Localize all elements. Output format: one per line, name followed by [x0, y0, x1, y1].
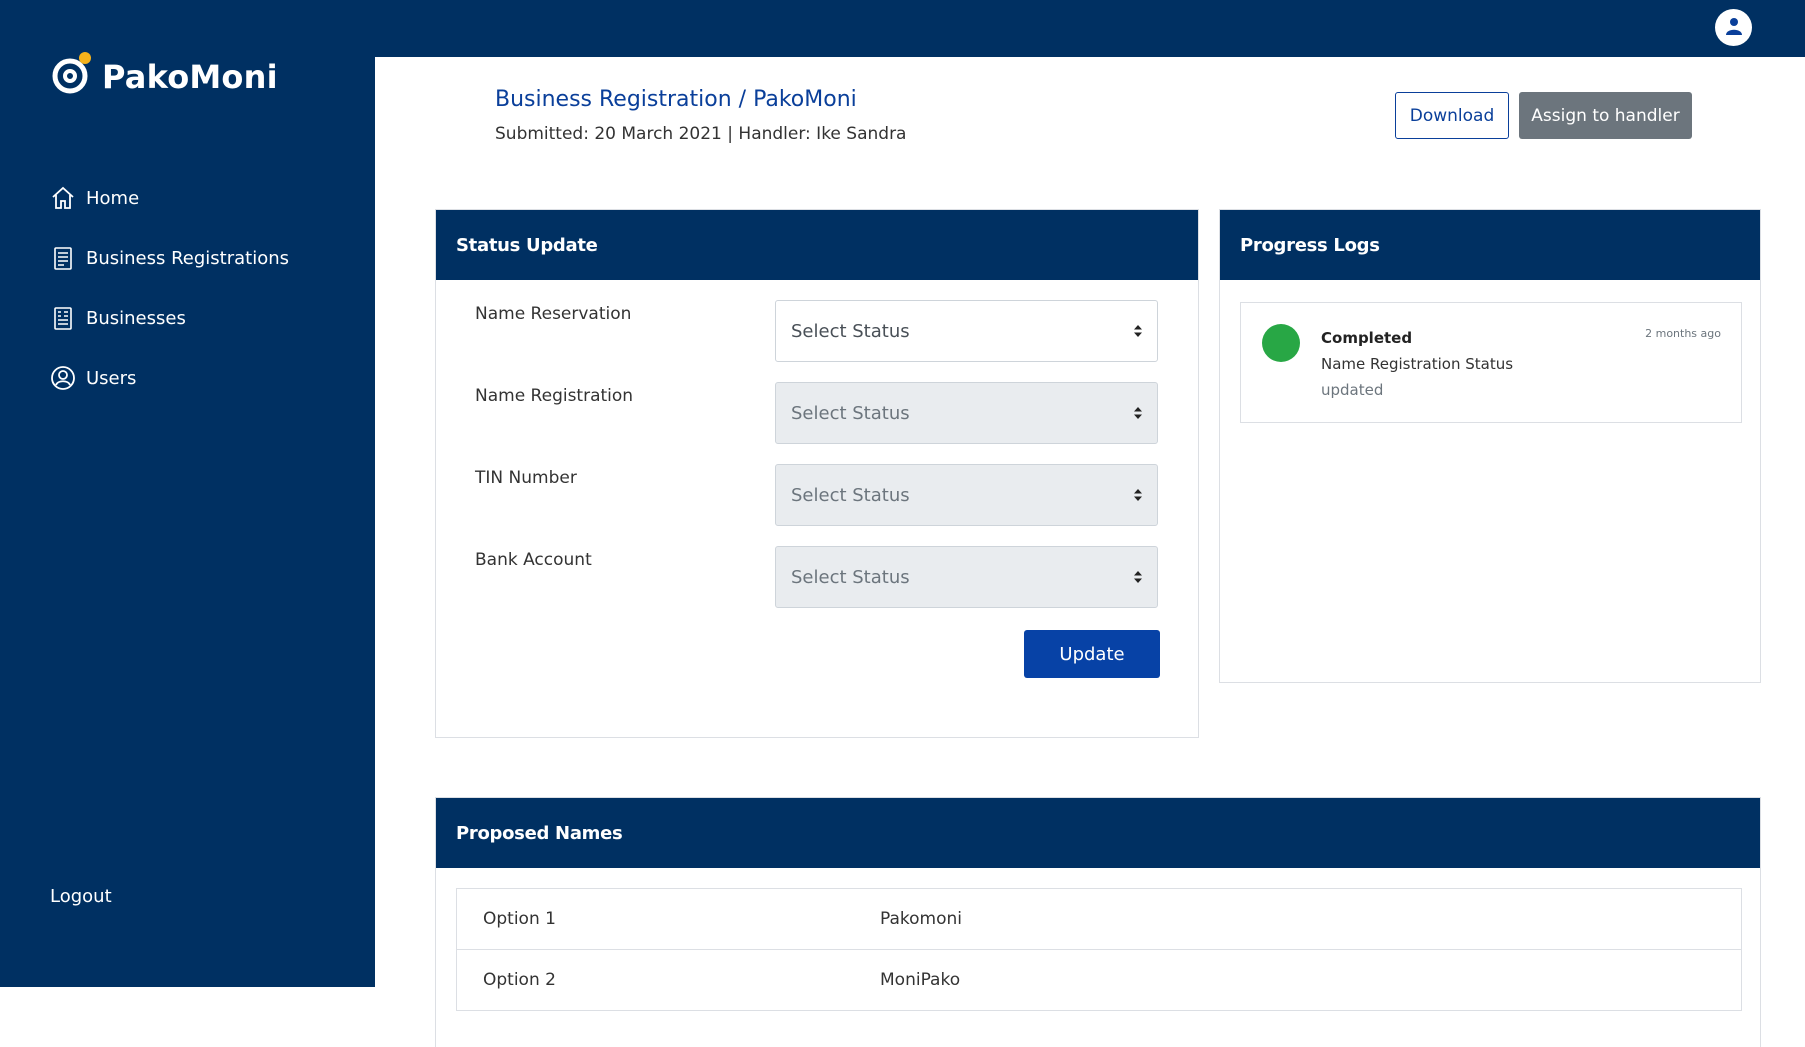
select-value: Select Status [791, 320, 910, 342]
field-label: Bank Account [475, 550, 592, 570]
download-button[interactable]: Download [1395, 92, 1509, 139]
sidebar-item-label: Businesses [86, 307, 186, 329]
brand-name: PakoMoni [102, 58, 278, 96]
table-row: Option 2 MoniPako [457, 950, 1741, 1011]
logo-icon [50, 50, 102, 104]
status-update-card: Status Update Name Reservation Select St… [435, 209, 1199, 738]
select-value: Select Status [791, 484, 910, 506]
user-icon [1724, 16, 1744, 40]
sidebar-item-business-registrations[interactable]: Business Registrations [50, 228, 289, 288]
field-label: Name Registration [475, 386, 634, 406]
sort-arrows-icon [1133, 488, 1143, 502]
sort-arrows-icon [1133, 324, 1143, 338]
name-registration-select[interactable]: Select Status [775, 382, 1158, 444]
log-entry: Completed Name Registration Status updat… [1240, 302, 1742, 423]
proposed-name: MoniPako [880, 970, 961, 990]
proposed-names-table: Option 1 Pakomoni Option 2 MoniPako [456, 888, 1742, 1011]
field-label: TIN Number [475, 468, 577, 488]
proposed-names-title: Proposed Names [436, 798, 1760, 868]
select-value: Select Status [791, 566, 910, 588]
proposed-names-card: Proposed Names Option 1 Pakomoni Option … [435, 797, 1761, 1047]
log-description: Name Registration Status [1321, 355, 1514, 373]
user-circle-icon [50, 365, 76, 391]
status-dot [1262, 324, 1300, 362]
tin-number-select[interactable]: Select Status [775, 464, 1158, 526]
document-icon [50, 245, 76, 271]
home-icon [50, 185, 76, 211]
sidebar-item-businesses[interactable]: Businesses [50, 288, 289, 348]
field-label: Name Reservation [475, 304, 632, 324]
sidebar: PakoMoni Home Business Registrations Bus… [0, 0, 375, 987]
main-content: Business Registration / PakoMoni Submitt… [375, 57, 1805, 1047]
sidebar-item-label: Home [86, 187, 140, 209]
sidebar-nav: Home Business Registrations Businesses U… [50, 168, 289, 408]
log-status: Completed [1321, 329, 1413, 347]
progress-logs-card: Progress Logs Completed Name Registratio… [1219, 209, 1761, 683]
building-icon [50, 305, 76, 331]
logout-link[interactable]: Logout [50, 886, 112, 907]
progress-logs-title: Progress Logs [1220, 210, 1760, 280]
sort-arrows-icon [1133, 570, 1143, 584]
bank-account-select[interactable]: Select Status [775, 546, 1158, 608]
select-value: Select Status [791, 402, 910, 424]
option-label: Option 1 [483, 909, 556, 929]
option-label: Option 2 [483, 970, 556, 990]
status-update-title: Status Update [436, 210, 1198, 280]
sidebar-item-label: Business Registrations [86, 247, 290, 269]
table-row: Option 1 Pakomoni [457, 889, 1741, 950]
brand-logo[interactable]: PakoMoni [50, 50, 278, 104]
field-name-registration: Name Registration Select Status [436, 382, 1200, 444]
page-subtitle: Submitted: 20 March 2021 | Handler: Ike … [495, 124, 907, 144]
sort-arrows-icon [1133, 406, 1143, 420]
field-tin-number: TIN Number Select Status [436, 464, 1200, 526]
page-title: Business Registration / PakoMoni [495, 87, 857, 112]
user-avatar[interactable] [1715, 9, 1752, 46]
log-detail: updated [1321, 381, 1384, 399]
update-button[interactable]: Update [1024, 630, 1160, 678]
sidebar-item-users[interactable]: Users [50, 348, 289, 408]
assign-to-handler-button[interactable]: Assign to handler [1519, 92, 1692, 139]
proposed-name: Pakomoni [880, 909, 963, 929]
field-bank-account: Bank Account Select Status [436, 546, 1200, 608]
sidebar-item-label: Users [86, 367, 137, 389]
field-name-reservation: Name Reservation Select Status [436, 300, 1200, 362]
log-timestamp: 2 months ago [1645, 327, 1721, 340]
sidebar-item-home[interactable]: Home [50, 168, 289, 228]
name-reservation-select[interactable]: Select Status [775, 300, 1158, 362]
